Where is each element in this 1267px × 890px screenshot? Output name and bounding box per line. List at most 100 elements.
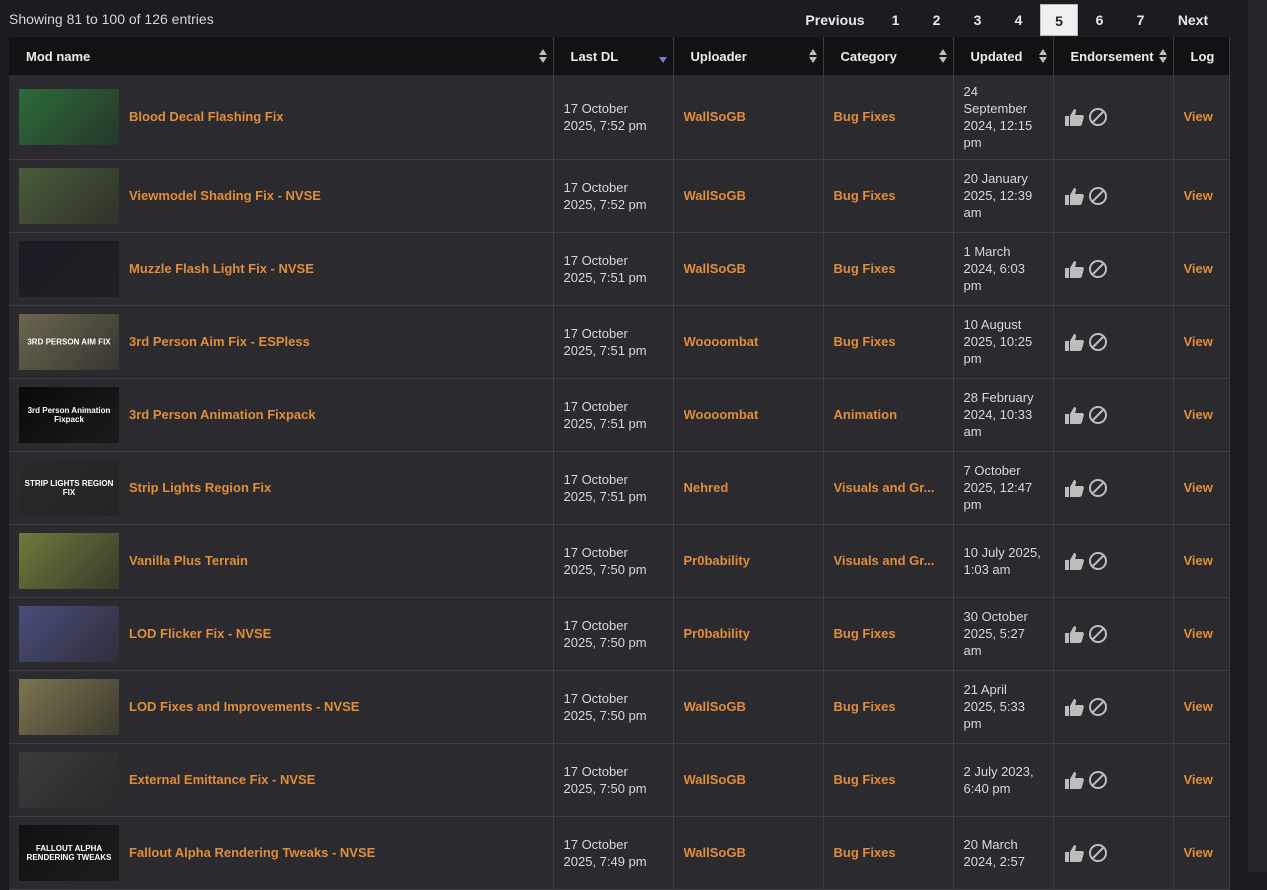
view-log-link[interactable]: View — [1184, 699, 1219, 714]
mod-name-link[interactable]: LOD Flicker Fix - NVSE — [129, 626, 271, 641]
category-link[interactable]: Visuals and Gr... — [834, 480, 943, 495]
endorsement-cell — [1053, 305, 1174, 379]
col-header-mod-name[interactable]: Mod name — [9, 37, 554, 75]
col-header-updated[interactable]: Updated — [953, 37, 1054, 75]
category-link[interactable]: Bug Fixes — [834, 261, 943, 276]
uploader-link[interactable]: WallSoGB — [684, 188, 813, 203]
view-log-link[interactable]: View — [1184, 188, 1219, 203]
mod-thumbnail[interactable] — [19, 532, 119, 589]
category-link[interactable]: Bug Fixes — [834, 334, 943, 349]
col-header-uploader[interactable]: Uploader — [673, 37, 824, 75]
pagination-page-2[interactable]: 2 — [916, 4, 957, 36]
thumbs-up-icon[interactable] — [1064, 478, 1086, 498]
abstain-icon[interactable] — [1088, 478, 1108, 498]
category-link[interactable]: Bug Fixes — [834, 188, 943, 203]
pagination-next[interactable]: Next — [1161, 4, 1225, 36]
view-log-link[interactable]: View — [1184, 480, 1219, 495]
mod-name-link[interactable]: LOD Fixes and Improvements - NVSE — [129, 699, 359, 714]
category-link[interactable]: Bug Fixes — [834, 699, 943, 714]
mod-thumbnail[interactable] — [19, 751, 119, 808]
mod-thumbnail[interactable] — [19, 88, 119, 145]
view-log-link[interactable]: View — [1184, 407, 1219, 422]
view-log-link[interactable]: View — [1184, 845, 1219, 860]
uploader-link[interactable]: WallSoGB — [684, 772, 813, 787]
category-link[interactable]: Animation — [834, 407, 943, 422]
thumbs-up-icon[interactable] — [1064, 551, 1086, 571]
uploader-link[interactable]: WallSoGB — [684, 261, 813, 276]
pagination-page-3[interactable]: 3 — [957, 4, 998, 36]
col-header-category[interactable]: Category — [823, 37, 954, 75]
view-log-link[interactable]: View — [1184, 334, 1219, 349]
uploader-link[interactable]: WallSoGB — [684, 845, 813, 860]
category-link[interactable]: Bug Fixes — [834, 626, 943, 641]
pagination-page-5[interactable]: 5 — [1040, 4, 1078, 36]
pagination-page-6[interactable]: 6 — [1079, 4, 1120, 36]
abstain-icon[interactable] — [1088, 186, 1108, 206]
pagination-page-1[interactable]: 1 — [875, 4, 916, 36]
abstain-icon[interactable] — [1088, 332, 1108, 352]
uploader-cell: Pr0bability — [673, 524, 824, 598]
abstain-icon[interactable] — [1088, 843, 1108, 863]
thumbs-up-icon[interactable] — [1064, 624, 1086, 644]
thumbs-up-icon[interactable] — [1064, 843, 1086, 863]
abstain-icon[interactable] — [1088, 697, 1108, 717]
pagination-page-7[interactable]: 7 — [1120, 4, 1161, 36]
log-cell: View — [1173, 75, 1230, 160]
mod-name-link[interactable]: Strip Lights Region Fix — [129, 480, 271, 495]
abstain-icon[interactable] — [1088, 107, 1108, 127]
col-header-endorsement[interactable]: Endorsement — [1053, 37, 1174, 75]
mod-name-link[interactable]: Blood Decal Flashing Fix — [129, 109, 284, 124]
scrollbar-track[interactable] — [1248, 0, 1267, 872]
abstain-icon[interactable] — [1088, 551, 1108, 571]
mod-thumbnail[interactable]: 3rd Person Animation Fixpack — [19, 386, 119, 443]
col-label: Log — [1190, 48, 1215, 64]
thumbs-up-icon[interactable] — [1064, 770, 1086, 790]
mod-thumbnail[interactable] — [19, 605, 119, 662]
view-log-link[interactable]: View — [1184, 772, 1219, 787]
pagination-page-4[interactable]: 4 — [998, 4, 1039, 36]
thumbs-up-icon[interactable] — [1064, 259, 1086, 279]
thumbs-up-icon[interactable] — [1064, 186, 1086, 206]
view-log-link[interactable]: View — [1184, 626, 1219, 641]
pagination-previous[interactable]: Previous — [795, 4, 875, 36]
mod-thumbnail[interactable] — [19, 167, 119, 224]
mod-name-link[interactable]: 3rd Person Animation Fixpack — [129, 407, 316, 422]
abstain-icon[interactable] — [1088, 259, 1108, 279]
thumbs-up-icon[interactable] — [1064, 332, 1086, 352]
entries-info: Showing 81 to 100 of 126 entries — [9, 11, 214, 27]
uploader-link[interactable]: Nehred — [684, 480, 813, 495]
uploader-link[interactable]: Pr0bability — [684, 626, 813, 641]
mod-thumbnail[interactable]: 3RD PERSON AIM FIX — [19, 313, 119, 370]
abstain-icon[interactable] — [1088, 624, 1108, 644]
view-log-link[interactable]: View — [1184, 553, 1219, 568]
category-cell: Animation — [823, 378, 954, 452]
mod-thumbnail[interactable]: FALLOUT ALPHA RENDERING TWEAKS — [19, 824, 119, 881]
uploader-link[interactable]: Pr0bability — [684, 553, 813, 568]
category-link[interactable]: Bug Fixes — [834, 109, 943, 124]
col-header-last-dl[interactable]: Last DL — [553, 37, 674, 75]
mod-name-link[interactable]: Viewmodel Shading Fix - NVSE — [129, 188, 321, 203]
view-log-link[interactable]: View — [1184, 261, 1219, 276]
thumbs-up-icon[interactable] — [1064, 107, 1086, 127]
thumbs-up-icon[interactable] — [1064, 405, 1086, 425]
category-link[interactable]: Visuals and Gr... — [834, 553, 943, 568]
uploader-link[interactable]: WallSoGB — [684, 699, 813, 714]
mod-name-link[interactable]: Vanilla Plus Terrain — [129, 553, 248, 568]
uploader-link[interactable]: WallSoGB — [684, 109, 813, 124]
mod-thumbnail[interactable]: STRIP LIGHTS REGION FIX — [19, 459, 119, 516]
view-log-link[interactable]: View — [1184, 109, 1219, 124]
abstain-icon[interactable] — [1088, 770, 1108, 790]
category-link[interactable]: Bug Fixes — [834, 845, 943, 860]
thumbnail-caption: FALLOUT ALPHA RENDERING TWEAKS — [26, 843, 112, 862]
uploader-link[interactable]: Woooombat — [684, 334, 813, 349]
mod-name-link[interactable]: External Emittance Fix - NVSE — [129, 772, 315, 787]
abstain-icon[interactable] — [1088, 405, 1108, 425]
mod-name-link[interactable]: Muzzle Flash Light Fix - NVSE — [129, 261, 314, 276]
mod-name-link[interactable]: Fallout Alpha Rendering Tweaks - NVSE — [129, 845, 375, 860]
mod-thumbnail[interactable] — [19, 240, 119, 297]
mod-name-link[interactable]: 3rd Person Aim Fix - ESPless — [129, 334, 310, 349]
category-link[interactable]: Bug Fixes — [834, 772, 943, 787]
thumbs-up-icon[interactable] — [1064, 697, 1086, 717]
uploader-link[interactable]: Woooombat — [684, 407, 813, 422]
mod-thumbnail[interactable] — [19, 678, 119, 735]
